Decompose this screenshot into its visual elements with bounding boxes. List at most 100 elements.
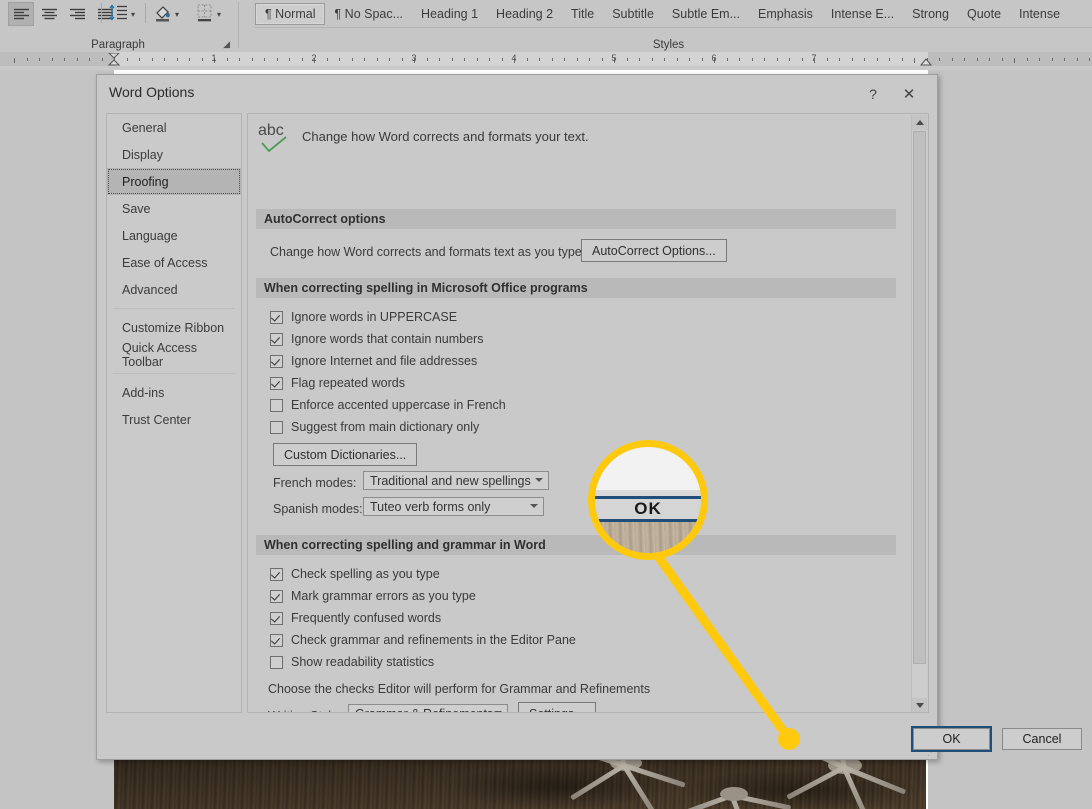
writing-style-select[interactable]: Grammar & Refinements bbox=[348, 704, 508, 712]
close-icon[interactable]: ✕ bbox=[895, 82, 923, 106]
style-item-no-spac[interactable]: ¶ No Spac... bbox=[325, 4, 412, 25]
checkbox-unchecked-icon[interactable] bbox=[270, 420, 283, 434]
ruler-number: 4 bbox=[511, 53, 517, 63]
checkbox-label: Frequently confused words bbox=[291, 611, 442, 625]
styles-gallery: ¶ Normal ¶ No Spac... Heading 1 Heading 2 Ti… bbox=[255, 1, 1092, 27]
scrollbar-thumb[interactable] bbox=[913, 131, 926, 664]
ruler-tick bbox=[326, 58, 328, 61]
ruler-tick bbox=[776, 58, 778, 61]
chevron-down-icon bbox=[530, 504, 538, 508]
nav-item-add-ins[interactable]: Add-ins bbox=[107, 379, 241, 406]
shading-icon bbox=[152, 2, 174, 27]
ruler-tick bbox=[464, 58, 465, 61]
style-item-normal[interactable]: ¶ Normal bbox=[255, 2, 326, 26]
nav-item-trust-center[interactable]: Trust Center bbox=[107, 406, 241, 433]
style-item-intense[interactable]: Intense bbox=[1010, 4, 1069, 25]
french-modes-select[interactable]: Traditional and new spellings bbox=[363, 471, 549, 490]
checkbox-checked-icon[interactable] bbox=[270, 633, 283, 647]
custom-dictionaries-button[interactable]: Custom Dictionaries... bbox=[273, 443, 418, 466]
chevron-down-icon[interactable]: ▾ bbox=[217, 10, 221, 19]
checkbox-checked-icon[interactable] bbox=[270, 332, 283, 346]
ruler-tick bbox=[176, 58, 178, 61]
nav-item-advanced[interactable]: Advanced bbox=[107, 276, 241, 303]
checkbox-checked-icon[interactable] bbox=[270, 567, 283, 581]
nav-item-language[interactable]: Language bbox=[107, 222, 241, 249]
ruler-tick bbox=[164, 58, 165, 61]
checkbox-checked-icon[interactable] bbox=[270, 310, 283, 324]
ruler-tick bbox=[914, 58, 915, 63]
style-item-subtle-em[interactable]: Subtle Em... bbox=[663, 4, 749, 25]
dialog-category-list: General Display Proofing Save Language Ease o… bbox=[106, 113, 242, 713]
nav-item-customize-ribbon[interactable]: Customize Ribbon bbox=[107, 314, 241, 341]
spanish-modes-select[interactable]: Tuteo verb forms only bbox=[363, 497, 544, 516]
checkbox-row[interactable]: Mark grammar errors as you type bbox=[270, 589, 476, 603]
checkbox-row[interactable]: Enforce accented uppercase in French bbox=[270, 398, 506, 412]
ruler-indent-marker-right[interactable] bbox=[920, 53, 933, 66]
ruler-tick bbox=[1039, 58, 1040, 61]
scroll-up-arrow-icon[interactable] bbox=[912, 115, 927, 130]
checkbox-label: Ignore Internet and file addresses bbox=[291, 354, 478, 368]
checkbox-row[interactable]: Show readability statistics bbox=[270, 655, 434, 669]
ruler-tick bbox=[789, 58, 790, 61]
style-item-intense-e[interactable]: Intense E... bbox=[822, 4, 903, 25]
dialog-launcher-icon[interactable]: ◢ bbox=[223, 39, 230, 50]
section-word-grammar: When correcting spelling and grammar in … bbox=[256, 535, 896, 555]
ok-button[interactable]: OK bbox=[911, 726, 992, 752]
shading-button[interactable]: ▾ bbox=[152, 2, 179, 27]
checkbox-row[interactable]: Ignore words that contain numbers bbox=[270, 332, 483, 346]
align-center-icon[interactable] bbox=[36, 2, 62, 26]
nav-item-save[interactable]: Save bbox=[107, 195, 241, 222]
style-item-title[interactable]: Title bbox=[562, 4, 603, 25]
checkbox-row[interactable]: Ignore Internet and file addresses bbox=[270, 354, 477, 368]
checkbox-unchecked-icon[interactable] bbox=[270, 655, 283, 669]
line-spacing-button[interactable]: ▾ bbox=[108, 2, 135, 27]
style-item-subtitle[interactable]: Subtitle bbox=[603, 4, 663, 25]
checkbox-checked-icon[interactable] bbox=[270, 589, 283, 603]
ruler-tick bbox=[889, 58, 890, 61]
checkbox-row[interactable]: Ignore words in UPPERCASE bbox=[270, 310, 457, 324]
chevron-down-icon bbox=[494, 711, 502, 712]
ruler-tick bbox=[976, 58, 978, 61]
ruler-indent-marker-left[interactable] bbox=[108, 53, 121, 66]
style-item-heading-1[interactable]: Heading 1 bbox=[412, 4, 487, 25]
autocorrect-options-button[interactable]: AutoCorrect Options... bbox=[581, 239, 727, 262]
ruler-tick bbox=[951, 58, 953, 61]
checkbox-checked-icon[interactable] bbox=[270, 354, 283, 368]
scroll-down-arrow-icon[interactable] bbox=[912, 698, 927, 712]
checkbox-checked-icon[interactable] bbox=[270, 376, 283, 390]
ruler-tick bbox=[39, 58, 40, 61]
cancel-button[interactable]: Cancel bbox=[1002, 728, 1082, 750]
nav-item-proofing[interactable]: Proofing bbox=[107, 168, 241, 195]
checkbox-row[interactable]: Check grammar and refinements in the Edi… bbox=[270, 633, 576, 647]
checkbox-label: Check spelling as you type bbox=[291, 567, 440, 581]
checkbox-row[interactable]: Flag repeated words bbox=[270, 376, 405, 390]
chevron-down-icon[interactable]: ▾ bbox=[175, 10, 179, 19]
ruler-tick bbox=[1051, 58, 1053, 61]
horizontal-ruler[interactable]: 1 2 3 4 5 6 7 bbox=[0, 52, 1092, 71]
checkbox-row[interactable]: Suggest from main dictionary only bbox=[270, 420, 479, 434]
align-left-icon[interactable] bbox=[8, 2, 34, 26]
dialog-title-bar[interactable]: Word Options ? ✕ bbox=[97, 75, 937, 111]
checkbox-row[interactable]: Frequently confused words bbox=[270, 611, 441, 625]
nav-item-general[interactable]: General bbox=[107, 114, 241, 141]
ruler-tick bbox=[901, 58, 903, 61]
dialog-scrollbar[interactable] bbox=[911, 115, 927, 712]
checkbox-row[interactable]: Check spelling as you type bbox=[270, 567, 440, 581]
style-item-emphasis[interactable]: Emphasis bbox=[749, 4, 822, 25]
style-item-heading-2[interactable]: Heading 2 bbox=[487, 4, 562, 25]
chevron-down-icon bbox=[535, 478, 543, 482]
nav-item-quick-access-toolbar[interactable]: Quick Access Toolbar bbox=[107, 341, 241, 369]
nav-item-ease-of-access[interactable]: Ease of Access bbox=[107, 249, 241, 276]
style-item-strong[interactable]: Strong bbox=[903, 4, 958, 25]
style-item-quote[interactable]: Quote bbox=[958, 4, 1010, 25]
checkbox-checked-icon[interactable] bbox=[270, 611, 283, 625]
checkbox-unchecked-icon[interactable] bbox=[270, 398, 283, 412]
help-icon[interactable]: ? bbox=[859, 82, 887, 106]
chevron-down-icon[interactable]: ▾ bbox=[131, 10, 135, 19]
nav-item-display[interactable]: Display bbox=[107, 141, 241, 168]
settings-button[interactable]: Settings... bbox=[518, 702, 596, 712]
borders-button[interactable]: ▾ bbox=[194, 2, 221, 27]
ruler-tick bbox=[539, 58, 540, 61]
ruler-tick bbox=[751, 58, 753, 61]
align-right-icon[interactable] bbox=[64, 2, 90, 26]
